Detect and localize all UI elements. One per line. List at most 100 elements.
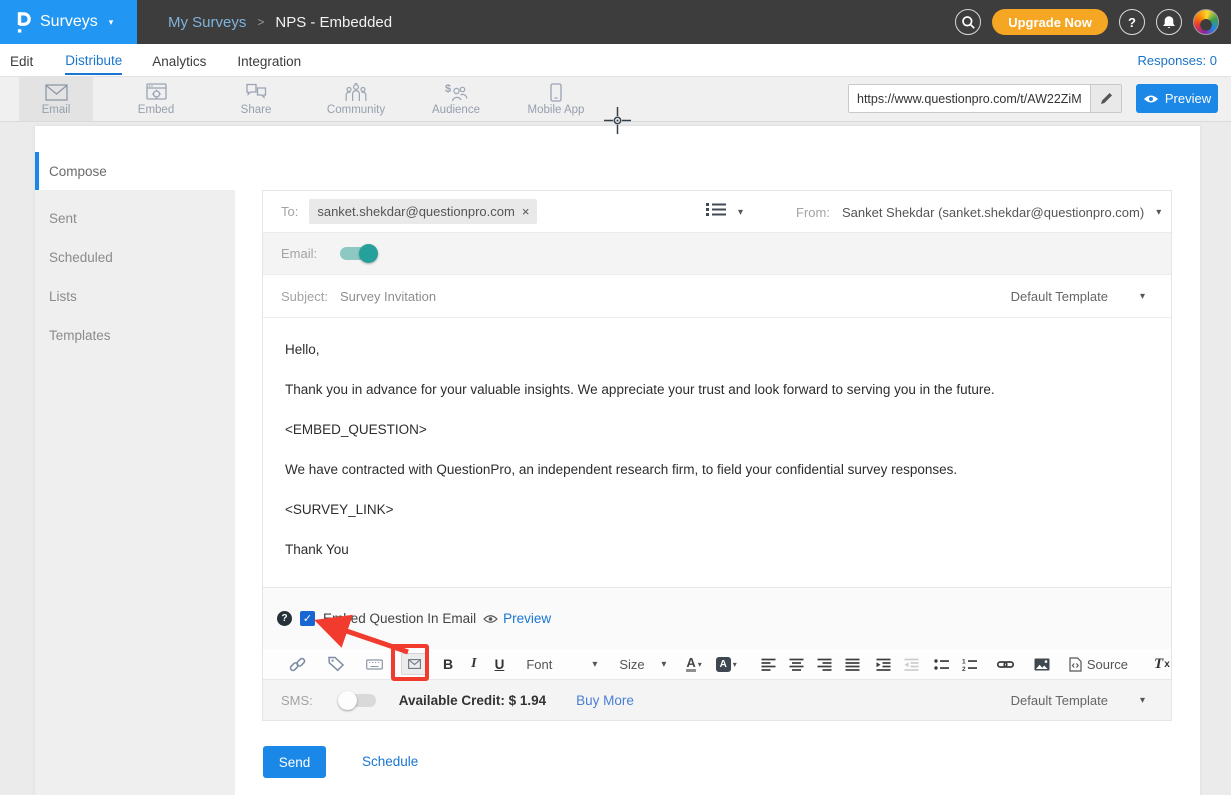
indent-icon[interactable]: [876, 658, 891, 671]
font-dropdown-value: Font: [526, 657, 578, 672]
sidebar-item-compose[interactable]: Compose: [35, 152, 235, 190]
tab-edit[interactable]: Edit: [10, 47, 33, 74]
edit-url-button[interactable]: [1090, 85, 1121, 112]
text-color-button[interactable]: A ▾: [686, 656, 701, 672]
keyboard-icon[interactable]: [366, 656, 383, 672]
preview-label: Preview: [1165, 91, 1211, 106]
available-credit: Available Credit: $ 1.94: [399, 693, 546, 708]
align-center-icon[interactable]: [789, 658, 804, 671]
sidebar-item-scheduled[interactable]: Scheduled: [35, 238, 235, 277]
email-template-dropdown[interactable]: Default Template ▾: [1011, 275, 1145, 317]
tab-integration[interactable]: Integration: [237, 47, 301, 74]
chevron-down-icon: ▾: [1140, 695, 1145, 706]
channel-email[interactable]: Email: [19, 77, 93, 121]
sidebar-item-lists[interactable]: Lists: [35, 277, 235, 316]
chevron-down-icon: ▾: [109, 17, 114, 28]
responses-count[interactable]: Responses: 0: [1138, 53, 1218, 68]
channel-embed[interactable]: Embed: [119, 77, 193, 121]
sidebar-item-label: Lists: [49, 289, 77, 304]
sms-row: SMS: Available Credit: $ 1.94 Buy More D…: [263, 680, 1171, 720]
to-label: To:: [281, 204, 298, 219]
breadcrumb: My Surveys > NPS - Embedded: [168, 0, 392, 44]
breadcrumb-my-surveys[interactable]: My Surveys: [168, 14, 246, 31]
hyperlink-icon[interactable]: [997, 657, 1014, 672]
email-body-editor[interactable]: Hello, Thank you in advance for your val…: [263, 318, 1171, 588]
list-dropdown-caret-icon[interactable]: ▾: [738, 207, 743, 218]
size-dropdown[interactable]: Size ▾: [619, 657, 666, 672]
channel-community[interactable]: Community: [319, 77, 393, 121]
buy-more-link[interactable]: Buy More: [576, 693, 634, 708]
chevron-down-icon: ▾: [733, 660, 737, 669]
questionpro-logo-icon: [15, 10, 31, 35]
source-button[interactable]: Source: [1069, 657, 1128, 672]
sidebar-item-label: Templates: [49, 328, 111, 343]
align-left-icon[interactable]: [761, 658, 776, 671]
justify-icon[interactable]: [845, 658, 860, 671]
italic-button[interactable]: I: [471, 656, 476, 672]
outdent-icon[interactable]: [904, 658, 919, 671]
channel-share[interactable]: Share: [219, 77, 293, 121]
background-color-button[interactable]: A ▾: [716, 657, 737, 672]
embed-window-icon: [146, 82, 167, 102]
from-selector[interactable]: From: Sanket Shekdar (sanket.shekdar@que…: [796, 191, 1161, 233]
embed-question-checkbox[interactable]: ✓: [300, 611, 315, 626]
help-button[interactable]: ?: [1119, 9, 1145, 35]
eye-icon[interactable]: [483, 614, 498, 624]
toggle-knob: [338, 691, 357, 710]
svg-text:2: 2: [962, 666, 966, 671]
sms-toggle[interactable]: [340, 694, 376, 707]
remove-recipient-icon[interactable]: ×: [522, 206, 530, 217]
from-value: Sanket Shekdar (sanket.shekdar@questionp…: [842, 205, 1144, 220]
merge-tag-icon[interactable]: [328, 656, 344, 672]
remove-format-x: x: [1164, 659, 1170, 670]
bold-button[interactable]: B: [443, 656, 453, 672]
survey-url-group: [848, 84, 1122, 113]
insert-link-icon[interactable]: [289, 656, 306, 673]
email-toggle[interactable]: [340, 247, 376, 260]
tab-analytics[interactable]: Analytics: [152, 47, 206, 74]
chevron-down-icon: ▾: [661, 659, 666, 670]
preview-button[interactable]: Preview: [1136, 84, 1218, 113]
chevron-down-icon: ▾: [1140, 291, 1145, 302]
search-button[interactable]: [955, 9, 981, 35]
numbered-list-icon[interactable]: 1 2: [962, 658, 977, 671]
embed-preview-link[interactable]: Preview: [503, 611, 551, 626]
size-dropdown-value: Size: [619, 657, 647, 672]
remove-format-t: T: [1154, 656, 1163, 673]
sms-template-dropdown[interactable]: Default Template ▾: [1011, 680, 1145, 720]
svg-text:$: $: [445, 83, 451, 95]
app-screen: Surveys ▾ My Surveys > NPS - Embedded Up…: [0, 0, 1231, 795]
contact-list-icon[interactable]: [706, 202, 726, 217]
bulleted-list-icon[interactable]: [934, 658, 949, 671]
envelope-icon: [45, 82, 68, 102]
remove-format-icon[interactable]: T x: [1154, 656, 1170, 673]
recipient-chip[interactable]: sanket.shekdar@questionpro.com ×: [309, 199, 537, 224]
send-button[interactable]: Send: [263, 746, 326, 778]
from-label: From:: [796, 205, 830, 220]
channel-mobile-app[interactable]: Mobile App: [519, 77, 593, 121]
text-color-a: A: [686, 656, 695, 672]
channel-audience[interactable]: $ Audience: [419, 77, 493, 121]
sidebar-item-templates[interactable]: Templates: [35, 316, 235, 355]
dollar-people-icon: $: [444, 82, 468, 102]
embed-question-label: Embed Question In Email: [323, 611, 476, 626]
bell-icon: [1162, 15, 1176, 30]
notifications-button[interactable]: [1156, 9, 1182, 35]
product-switcher[interactable]: Surveys ▾: [0, 0, 137, 44]
email-toggle-row: Email:: [263, 233, 1171, 275]
upgrade-now-button[interactable]: Upgrade Now: [992, 9, 1108, 35]
tab-distribute[interactable]: Distribute: [65, 46, 122, 75]
survey-url-input[interactable]: [849, 85, 1090, 112]
avatar[interactable]: [1193, 9, 1219, 35]
subject-input[interactable]: Survey Invitation: [340, 289, 436, 304]
help-icon[interactable]: ?: [277, 611, 292, 626]
body-line: Hello,: [285, 330, 1149, 370]
body-line: Thank you in advance for your valuable i…: [285, 370, 1149, 410]
underline-button[interactable]: U: [495, 657, 505, 672]
schedule-link[interactable]: Schedule: [362, 754, 418, 769]
sidebar-item-sent[interactable]: Sent: [35, 199, 235, 238]
align-right-icon[interactable]: [817, 658, 832, 671]
font-dropdown[interactable]: Font ▾: [526, 657, 597, 672]
body-line: Thank You: [285, 530, 1149, 570]
insert-image-icon[interactable]: [1034, 658, 1050, 671]
